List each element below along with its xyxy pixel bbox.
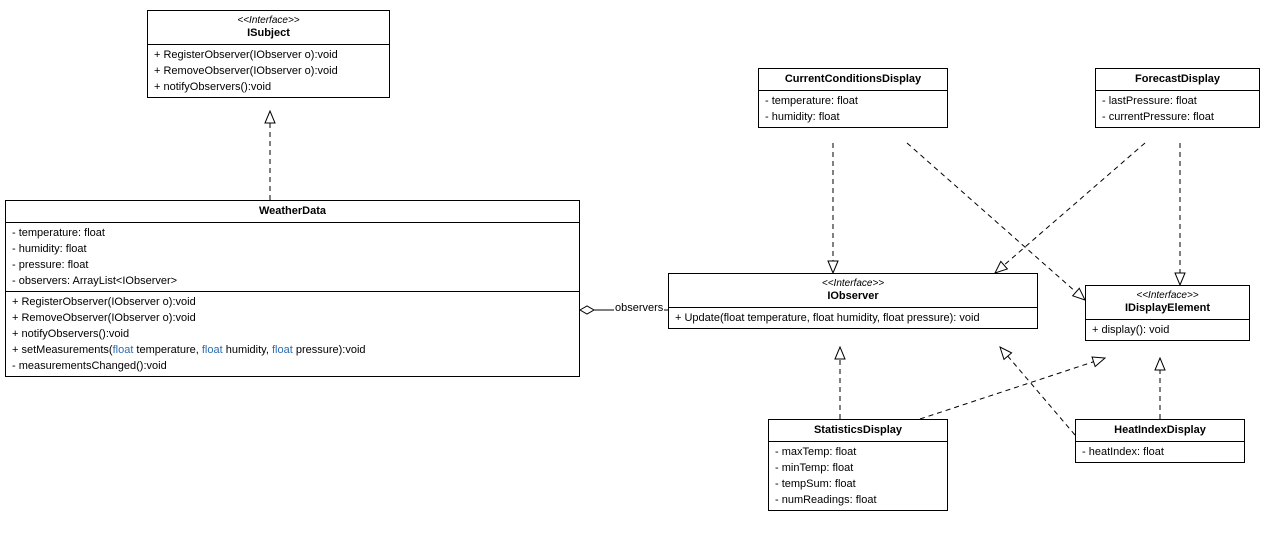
method-text: pressure):void: [293, 344, 366, 356]
class-header: WeatherData: [6, 201, 579, 223]
keyword: float: [113, 344, 134, 356]
methods-section: + RegisterObserver(IObserver o):void + R…: [148, 45, 389, 97]
methods-section: + RegisterObserver(IObserver o):void + R…: [6, 292, 579, 376]
class-heatindexdisplay: HeatIndexDisplay - heatIndex: float: [1075, 419, 1245, 463]
class-weatherdata: WeatherData - temperature: float - humid…: [5, 200, 580, 377]
class-iobserver: <<Interface>> IObserver + Update(float t…: [668, 273, 1038, 329]
stereotype: <<Interface>>: [1092, 290, 1243, 302]
class-name: ISubject: [154, 27, 383, 40]
class-header: <<Interface>> IObserver: [669, 274, 1037, 308]
methods-section: + Update(float temperature, float humidi…: [669, 308, 1037, 328]
method-text: + setMeasurements(: [12, 344, 113, 356]
attribute: - tempSum: float: [775, 476, 941, 492]
class-statisticsdisplay: StatisticsDisplay - maxTemp: float - min…: [768, 419, 948, 511]
class-header: HeatIndexDisplay: [1076, 420, 1244, 442]
class-header: ForecastDisplay: [1096, 69, 1259, 91]
edge-label-observers: observers: [614, 302, 664, 314]
class-name: CurrentConditionsDisplay: [765, 73, 941, 86]
method: + RemoveObserver(IObserver o):void: [154, 63, 383, 79]
class-isubject: <<Interface>> ISubject + RegisterObserve…: [147, 10, 390, 98]
class-name: IObserver: [675, 290, 1031, 303]
attributes-section: - temperature: float - humidity: float: [759, 91, 947, 127]
method-setmeasurements: + setMeasurements(float temperature, flo…: [12, 342, 573, 358]
attribute: - humidity: float: [12, 241, 573, 257]
class-header: StatisticsDisplay: [769, 420, 947, 442]
attribute: - observers: ArrayList<IObserver>: [12, 273, 573, 289]
method: + RegisterObserver(IObserver o):void: [12, 294, 573, 310]
class-name: ForecastDisplay: [1102, 73, 1253, 86]
attribute: - humidity: float: [765, 109, 941, 125]
attributes-section: - temperature: float - humidity: float -…: [6, 223, 579, 292]
keyword: float: [272, 344, 293, 356]
method: + notifyObservers():void: [154, 79, 383, 95]
class-name: HeatIndexDisplay: [1082, 424, 1238, 437]
method: + Update(float temperature, float humidi…: [675, 310, 1031, 326]
attributes-section: - maxTemp: float - minTemp: float - temp…: [769, 442, 947, 510]
method: - measurementsChanged():void: [12, 358, 573, 374]
methods-section: + display(): void: [1086, 320, 1249, 340]
method: + RegisterObserver(IObserver o):void: [154, 47, 383, 63]
class-name: IDisplayElement: [1092, 302, 1243, 315]
method: + notifyObservers():void: [12, 326, 573, 342]
method-text: temperature,: [133, 344, 201, 356]
class-name: WeatherData: [12, 205, 573, 218]
method: + display(): void: [1092, 322, 1243, 338]
method-text: humidity,: [223, 344, 272, 356]
class-header: CurrentConditionsDisplay: [759, 69, 947, 91]
attribute: - lastPressure: float: [1102, 93, 1253, 109]
method: + RemoveObserver(IObserver o):void: [12, 310, 573, 326]
class-currentconditionsdisplay: CurrentConditionsDisplay - temperature: …: [758, 68, 948, 128]
class-header: <<Interface>> IDisplayElement: [1086, 286, 1249, 320]
attribute: - numReadings: float: [775, 492, 941, 508]
stereotype: <<Interface>>: [675, 278, 1031, 290]
attribute: - heatIndex: float: [1082, 444, 1238, 460]
stereotype: <<Interface>>: [154, 15, 383, 27]
class-name: StatisticsDisplay: [775, 424, 941, 437]
attribute: - temperature: float: [12, 225, 573, 241]
class-header: <<Interface>> ISubject: [148, 11, 389, 45]
attribute: - currentPressure: float: [1102, 109, 1253, 125]
class-forecastdisplay: ForecastDisplay - lastPressure: float - …: [1095, 68, 1260, 128]
attribute: - temperature: float: [765, 93, 941, 109]
attribute: - pressure: float: [12, 257, 573, 273]
attributes-section: - heatIndex: float: [1076, 442, 1244, 462]
class-idisplayelement: <<Interface>> IDisplayElement + display(…: [1085, 285, 1250, 341]
attribute: - maxTemp: float: [775, 444, 941, 460]
keyword: float: [202, 344, 223, 356]
attributes-section: - lastPressure: float - currentPressure:…: [1096, 91, 1259, 127]
attribute: - minTemp: float: [775, 460, 941, 476]
